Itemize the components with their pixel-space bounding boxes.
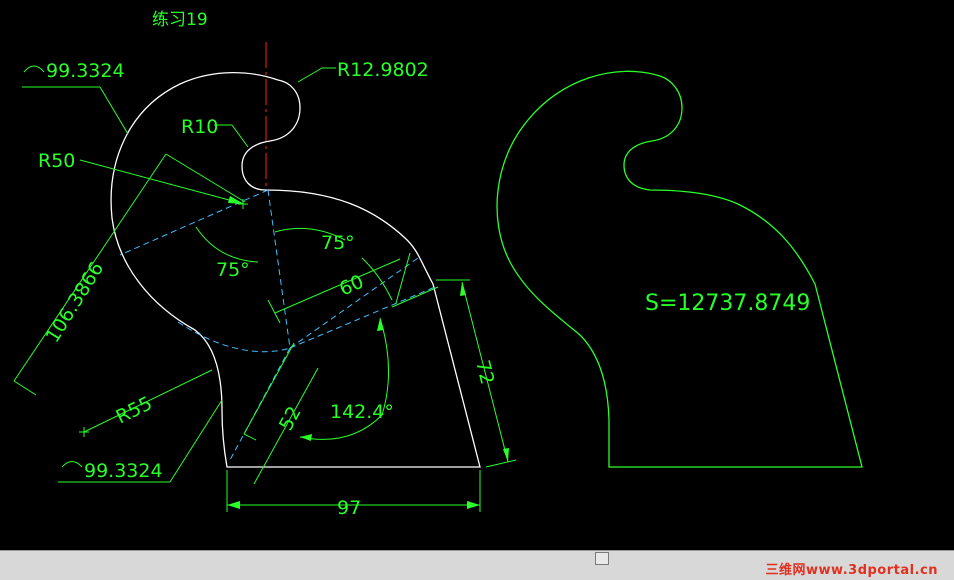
region-outline <box>496 70 863 468</box>
label-r10: R10 <box>181 116 218 138</box>
label-arc-top: 99.3324 <box>46 60 125 82</box>
label-dim-72: 72 <box>471 358 498 387</box>
watermark-text: 三维网www.3dportal.cn <box>765 563 938 578</box>
area-label: S=12737.8749 <box>645 291 810 316</box>
scrollbar-thumb[interactable] <box>595 552 609 565</box>
label-106-3866: 106.3866 <box>42 258 109 347</box>
cad-drawing-svg: 练习19 99.3324 R12.9802 R10 R50 106.3866 R… <box>13 10 863 519</box>
label-dim-52: 52 <box>275 403 306 435</box>
label-angle-142-4: 142.4° <box>330 401 394 423</box>
center-marks <box>79 199 248 437</box>
drawing-title: 练习19 <box>152 10 208 30</box>
label-r55: R55 <box>113 392 156 428</box>
status-bar: 三维网www.3dportal.cn <box>0 550 954 580</box>
label-arc-bottom: 99.3324 <box>84 460 163 482</box>
label-r50: R50 <box>38 150 75 172</box>
label-r12-9802: R12.9802 <box>337 59 429 81</box>
label-angle-right: 75° <box>321 232 355 254</box>
label-angle-left: 75° <box>216 259 250 281</box>
label-dim-97: 97 <box>337 497 361 519</box>
cad-drawing-canvas: 练习19 99.3324 R12.9802 R10 R50 106.3866 R… <box>0 0 954 579</box>
dimension-arrows <box>227 196 509 509</box>
